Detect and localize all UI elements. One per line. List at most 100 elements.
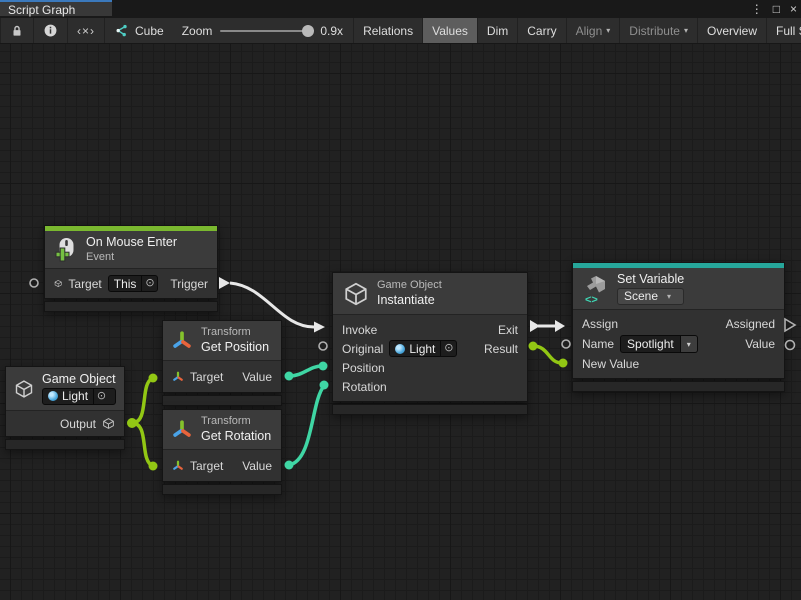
window-controls: ⋮ □ × <box>751 0 797 18</box>
node-subtitle: Event <box>86 251 177 264</box>
port-setvariable-name[interactable] <box>562 340 570 348</box>
game-object-cube-icon <box>102 417 115 430</box>
port-label-rotation: Rotation <box>342 380 387 394</box>
lock-button[interactable] <box>0 18 34 43</box>
node-footer <box>5 439 125 450</box>
light-icon <box>48 391 58 401</box>
port-exit-out[interactable] <box>530 320 540 332</box>
port-label-value: Value <box>242 370 272 384</box>
object-picker-icon[interactable]: ⊙ <box>440 341 456 356</box>
node-footer <box>162 484 282 495</box>
port-setvariable-newvalue[interactable] <box>559 359 568 368</box>
port-onmouseenter-target[interactable] <box>30 279 38 287</box>
code-icon: ‹×› <box>77 24 95 38</box>
port-instantiate-result[interactable] <box>529 342 538 351</box>
zoom-slider-handle[interactable] <box>302 25 314 37</box>
chevron-down-icon: ▾ <box>606 26 610 35</box>
node-footer <box>44 301 218 312</box>
port-gameobject-output[interactable] <box>127 418 137 428</box>
port-assign-in[interactable] <box>555 320 565 332</box>
node-title: Instantiate <box>377 293 442 308</box>
lock-icon <box>10 24 24 38</box>
chevron-down-icon[interactable]: ▾ <box>681 335 698 353</box>
object-picker-icon[interactable]: ⊙ <box>141 276 157 291</box>
graph-icon <box>113 23 129 39</box>
port-label-name: Name <box>582 337 614 351</box>
inspect-button[interactable] <box>34 18 68 43</box>
object-picker-icon[interactable]: ⊙ <box>93 389 109 404</box>
game-object-cube-icon <box>343 281 369 307</box>
zoom-value: 0.9x <box>320 24 343 38</box>
game-object-cube-icon <box>54 277 62 290</box>
node-title: Set Variable <box>617 272 684 287</box>
wire-output-to-getrotation-target[interactable] <box>132 423 153 466</box>
node-get-position[interactable]: Transform Get Position Target Value <box>162 320 282 406</box>
wire-rotation-value[interactable] <box>289 386 324 465</box>
node-on-mouse-enter[interactable]: On Mouse Enter Event Target This ⊙ <box>44 225 218 312</box>
toolbar-button-fullscreen[interactable]: Full Screen <box>767 18 801 43</box>
tab-label: Script Graph <box>8 3 75 17</box>
node-game-object-light[interactable]: Game Object Light ⊙ Output <box>5 366 125 450</box>
mouse-add-icon <box>54 237 78 263</box>
port-label-result: Result <box>484 342 518 356</box>
port-instantiate-position[interactable] <box>319 362 328 371</box>
script-graph-window: Script Graph ⋮ □ × ‹×› <box>0 0 801 600</box>
close-icon[interactable]: × <box>790 2 797 16</box>
node-instantiate[interactable]: Game Object Instantiate Invoke Exit Orig… <box>332 272 528 415</box>
node-set-variable[interactable]: <> Set Variable Scene ▾ Assign Assi <box>572 262 785 392</box>
info-icon <box>43 23 58 38</box>
port-getposition-target[interactable] <box>149 374 158 383</box>
transform-icon <box>172 460 184 472</box>
toolbar-button-dim[interactable]: Dim <box>478 18 518 43</box>
node-get-rotation[interactable]: Transform Get Rotation Target Value <box>162 409 282 495</box>
node-footer <box>332 404 528 415</box>
toolbar-button-align[interactable]: Align ▾ <box>567 18 621 43</box>
toolbar-button-overview[interactable]: Overview <box>698 18 767 43</box>
port-label-original: Original <box>342 342 383 356</box>
port-label-invoke: Invoke <box>342 323 377 337</box>
original-value-chip[interactable]: Light ⊙ <box>389 340 457 357</box>
port-label-assigned: Assigned <box>726 317 775 331</box>
port-getposition-value[interactable] <box>285 372 294 381</box>
port-setvariable-value[interactable] <box>786 341 795 350</box>
zoom-control: Zoom 0.9x <box>172 18 353 43</box>
node-title: Get Position <box>201 340 269 355</box>
port-label-target: Target <box>190 459 223 473</box>
code-preview-button[interactable]: ‹×› <box>68 18 105 43</box>
kebab-menu-icon[interactable]: ⋮ <box>751 2 763 16</box>
wire-output-to-getposition-target[interactable] <box>132 378 153 423</box>
light-object-chip[interactable]: Light ⊙ <box>42 388 116 405</box>
node-category: Transform <box>201 326 269 339</box>
graph-breadcrumb[interactable]: Cube <box>105 18 172 43</box>
port-label-trigger: Trigger <box>170 277 208 291</box>
port-label-value: Value <box>242 459 272 473</box>
port-setvariable-assigned[interactable] <box>785 319 795 331</box>
toolbar-button-values[interactable]: Values <box>423 18 478 43</box>
node-footer <box>572 381 785 392</box>
toolbar-button-carry[interactable]: Carry <box>518 18 566 43</box>
zoom-slider[interactable] <box>220 30 312 32</box>
port-label-target: Target <box>190 370 223 384</box>
maximize-icon[interactable]: □ <box>773 2 780 16</box>
target-value-chip[interactable]: This ⊙ <box>108 275 159 292</box>
port-trigger-out[interactable] <box>219 277 230 289</box>
toolbar-button-distribute[interactable]: Distribute ▾ <box>620 18 698 43</box>
transform-icon <box>171 330 193 352</box>
transform-icon <box>172 371 184 383</box>
port-label-output: Output <box>60 417 96 431</box>
toolbar-button-relations[interactable]: Relations <box>353 18 423 43</box>
port-invoke-in[interactable] <box>314 322 325 333</box>
port-label-value: Value <box>745 337 775 351</box>
port-getrotation-target[interactable] <box>149 462 158 471</box>
port-instantiate-rotation[interactable] <box>320 381 329 390</box>
chevron-down-icon: ▾ <box>667 292 671 302</box>
variable-name-dropdown[interactable]: Spotlight ▾ <box>620 335 698 353</box>
tab-script-graph[interactable]: Script Graph <box>0 0 112 16</box>
wire-result-to-newvalue[interactable] <box>533 346 562 363</box>
variable-scope-dropdown[interactable]: Scene ▾ <box>617 288 684 305</box>
port-getrotation-value[interactable] <box>285 461 294 470</box>
wire-position-value[interactable] <box>289 366 322 376</box>
port-instantiate-original[interactable] <box>319 342 327 350</box>
node-title: Game Object <box>42 372 116 387</box>
graph-canvas[interactable]: On Mouse Enter Event Target This ⊙ <box>0 44 801 600</box>
